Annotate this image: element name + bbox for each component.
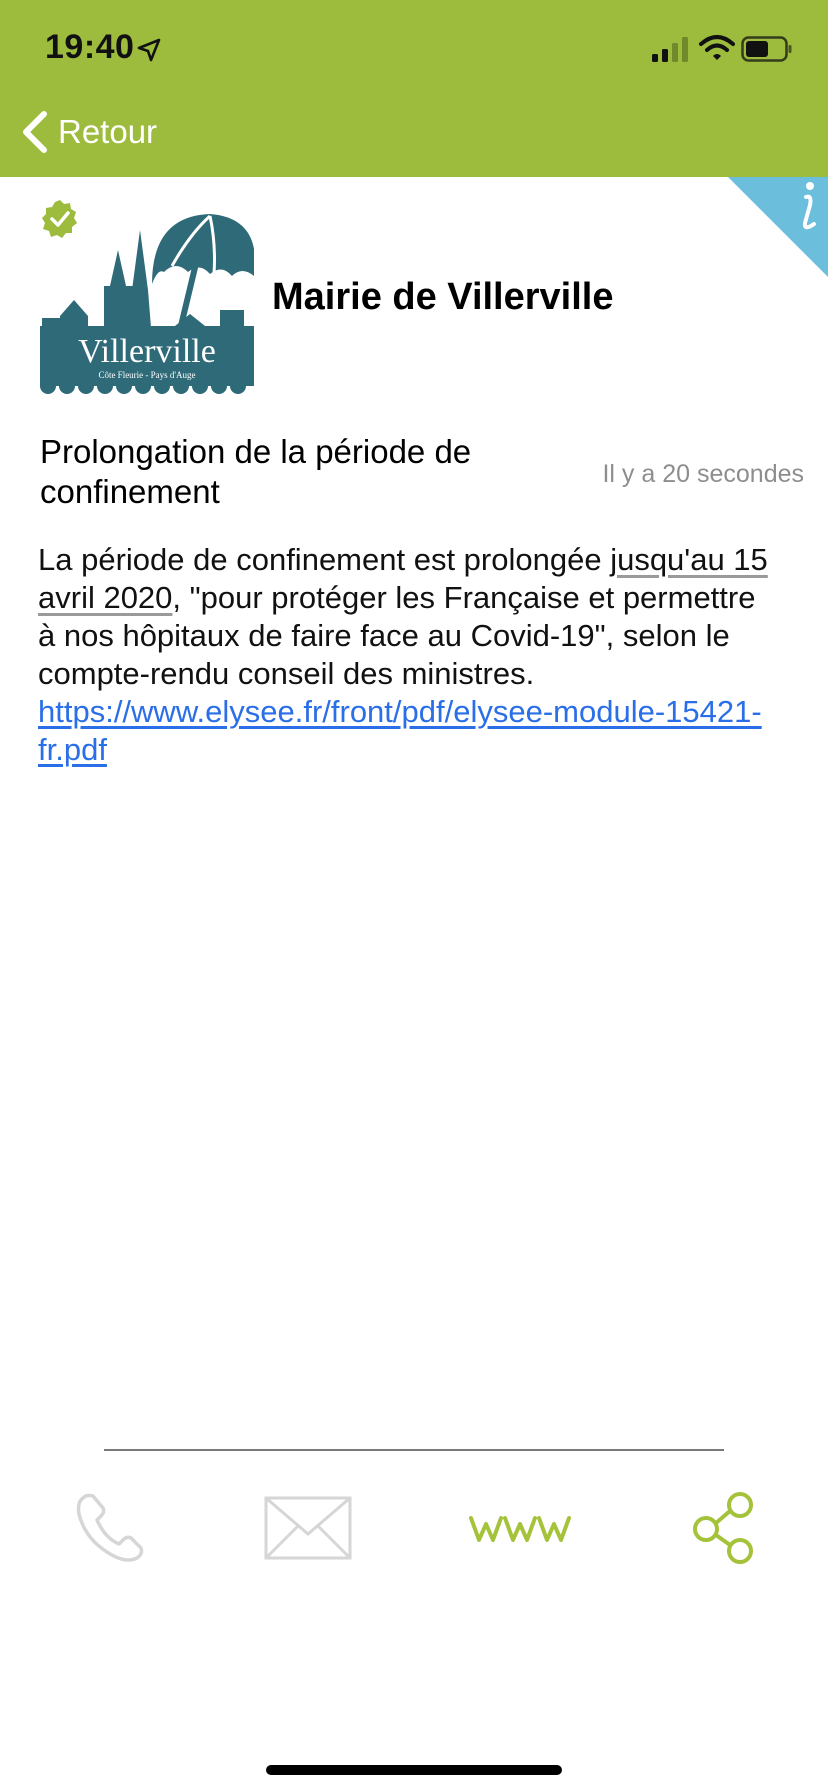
battery-icon: [741, 36, 792, 62]
mail-button[interactable]: [258, 1480, 358, 1576]
wifi-icon: [699, 35, 735, 60]
article-link[interactable]: https://www.elysee.fr/front/pdf/elysee-m…: [38, 694, 762, 767]
status-time: 19:40: [45, 28, 135, 66]
share-icon: [693, 1492, 753, 1564]
info-icon[interactable]: [728, 177, 828, 277]
mail-icon: [264, 1496, 352, 1560]
phone-button[interactable]: [66, 1480, 156, 1576]
www-label: www: [469, 1508, 471, 1509]
article-title: Prolongation de la période de confinemen…: [40, 433, 472, 510]
phone-icon: [76, 1493, 144, 1562]
article-timestamp: Il y a 20 secondes: [602, 460, 804, 488]
home-indicator: [266, 1765, 562, 1775]
villerville-logo: Villerville Côte Fleurie - Pays d'Auge: [40, 214, 254, 397]
publisher-name[interactable]: Mairie de Villerville: [272, 276, 613, 319]
share-button[interactable]: [680, 1480, 770, 1576]
location-arrow-icon: [137, 38, 161, 62]
back-button[interactable]: Retour: [20, 106, 180, 158]
back-label: Retour: [58, 113, 158, 150]
app-header: 19:40 Retour: [0, 0, 828, 177]
action-divider: [104, 1449, 724, 1451]
logo-subtext: Côte Fleurie - Pays d'Auge: [98, 370, 195, 380]
logo-text: Villerville: [78, 333, 216, 370]
body-text-1: La période de confinement est prolongée: [38, 542, 611, 577]
www-icon: www: [469, 1508, 571, 1542]
article-body: La période de confinement est prolongée …: [38, 541, 780, 769]
signal-icon: [652, 37, 688, 62]
chevron-left-icon: [23, 111, 47, 153]
website-button[interactable]: www: [466, 1480, 576, 1576]
